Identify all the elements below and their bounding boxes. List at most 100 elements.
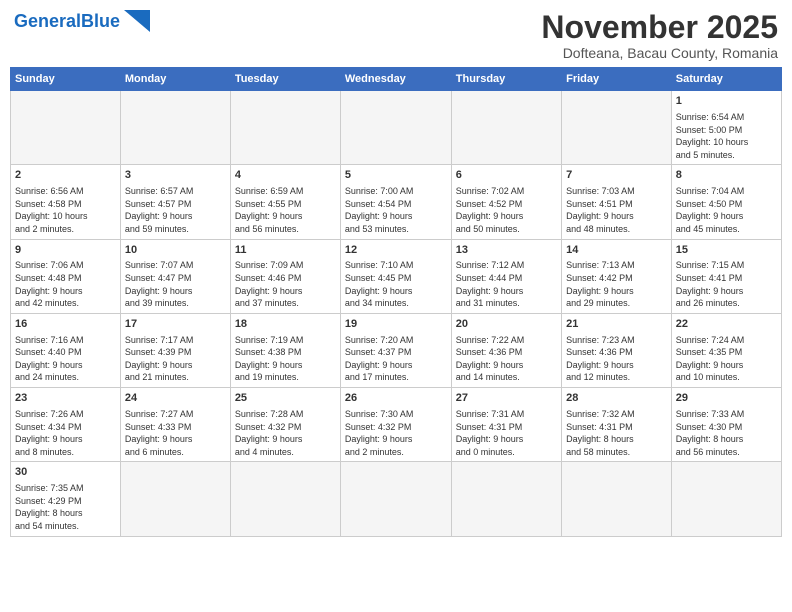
day-info: Sunrise: 7:10 AM Sunset: 4:45 PM Dayligh… [345, 259, 447, 309]
day-number: 3 [125, 168, 226, 183]
day-info: Sunrise: 7:22 AM Sunset: 4:36 PM Dayligh… [456, 334, 557, 384]
day-number: 28 [566, 391, 667, 406]
day-number: 7 [566, 168, 667, 183]
calendar-week-row: 1 Sunrise: 6:54 AM Sunset: 5:00 PM Daylig… [11, 91, 782, 165]
calendar-cell: 27 Sunrise: 7:31 AM Sunset: 4:31 PM Dayli… [451, 388, 561, 462]
calendar-week-row: 23 Sunrise: 7:26 AM Sunset: 4:34 PM Dayli… [11, 388, 782, 462]
calendar-cell: 4 Sunrise: 6:59 AM Sunset: 4:55 PM Daylig… [230, 165, 340, 239]
day-info: Sunrise: 7:33 AM Sunset: 4:30 PM Dayligh… [676, 408, 777, 458]
calendar-cell: 1 Sunrise: 6:54 AM Sunset: 5:00 PM Daylig… [671, 91, 781, 165]
day-number: 29 [676, 391, 777, 406]
day-number: 17 [125, 317, 226, 332]
calendar-cell: 28 Sunrise: 7:32 AM Sunset: 4:31 PM Dayli… [562, 388, 672, 462]
day-info: Sunrise: 7:09 AM Sunset: 4:46 PM Dayligh… [235, 259, 336, 309]
calendar-cell [120, 462, 230, 536]
day-number: 24 [125, 391, 226, 406]
day-info: Sunrise: 7:04 AM Sunset: 4:50 PM Dayligh… [676, 185, 777, 235]
day-info: Sunrise: 7:12 AM Sunset: 4:44 PM Dayligh… [456, 259, 557, 309]
weekday-header-wednesday: Wednesday [340, 68, 451, 91]
calendar-week-row: 9Sunrise: 7:06 AM Sunset: 4:48 PM Daylig… [11, 239, 782, 313]
weekday-header-monday: Monday [120, 68, 230, 91]
calendar-cell: 18 Sunrise: 7:19 AM Sunset: 4:38 PM Dayli… [230, 313, 340, 387]
calendar-cell: 7Sunrise: 7:03 AM Sunset: 4:51 PM Daylig… [562, 165, 672, 239]
calendar-week-row: 16Sunrise: 7:16 AM Sunset: 4:40 PM Dayli… [11, 313, 782, 387]
day-info: Sunrise: 6:59 AM Sunset: 4:55 PM Dayligh… [235, 185, 336, 235]
calendar-cell: 15Sunrise: 7:15 AM Sunset: 4:41 PM Dayli… [671, 239, 781, 313]
day-info: Sunrise: 7:23 AM Sunset: 4:36 PM Dayligh… [566, 334, 667, 384]
weekday-header-tuesday: Tuesday [230, 68, 340, 91]
day-info: Sunrise: 7:19 AM Sunset: 4:38 PM Dayligh… [235, 334, 336, 384]
calendar-cell: 11Sunrise: 7:09 AM Sunset: 4:46 PM Dayli… [230, 239, 340, 313]
calendar-cell: 29 Sunrise: 7:33 AM Sunset: 4:30 PM Dayli… [671, 388, 781, 462]
day-info: Sunrise: 7:28 AM Sunset: 4:32 PM Dayligh… [235, 408, 336, 458]
calendar-cell: 5Sunrise: 7:00 AM Sunset: 4:54 PM Daylig… [340, 165, 451, 239]
calendar-cell [562, 462, 672, 536]
day-info: Sunrise: 7:31 AM Sunset: 4:31 PM Dayligh… [456, 408, 557, 458]
logo-blue: Blue [81, 11, 120, 31]
calendar-cell: 8 Sunrise: 7:04 AM Sunset: 4:50 PM Daylig… [671, 165, 781, 239]
day-info: Sunrise: 7:32 AM Sunset: 4:31 PM Dayligh… [566, 408, 667, 458]
calendar-cell: 2Sunrise: 6:56 AM Sunset: 4:58 PM Daylig… [11, 165, 121, 239]
day-info: Sunrise: 7:26 AM Sunset: 4:34 PM Dayligh… [15, 408, 116, 458]
calendar-cell: 12Sunrise: 7:10 AM Sunset: 4:45 PM Dayli… [340, 239, 451, 313]
weekday-header-saturday: Saturday [671, 68, 781, 91]
logo-text: GeneralBlue [14, 12, 120, 30]
calendar-cell: 25 Sunrise: 7:28 AM Sunset: 4:32 PM Dayli… [230, 388, 340, 462]
calendar-cell: 22 Sunrise: 7:24 AM Sunset: 4:35 PM Dayli… [671, 313, 781, 387]
calendar-cell [451, 462, 561, 536]
day-number: 15 [676, 243, 777, 258]
day-info: Sunrise: 7:06 AM Sunset: 4:48 PM Dayligh… [15, 259, 116, 309]
calendar-cell: 19Sunrise: 7:20 AM Sunset: 4:37 PM Dayli… [340, 313, 451, 387]
calendar-week-row: 30Sunrise: 7:35 AM Sunset: 4:29 PM Dayli… [11, 462, 782, 536]
day-number: 11 [235, 243, 336, 258]
calendar-cell: 16Sunrise: 7:16 AM Sunset: 4:40 PM Dayli… [11, 313, 121, 387]
day-info: Sunrise: 7:30 AM Sunset: 4:32 PM Dayligh… [345, 408, 447, 458]
calendar-cell [11, 91, 121, 165]
weekday-header-sunday: Sunday [11, 68, 121, 91]
logo: GeneralBlue [14, 10, 150, 32]
calendar-week-row: 2Sunrise: 6:56 AM Sunset: 4:58 PM Daylig… [11, 165, 782, 239]
calendar-cell: 17 Sunrise: 7:17 AM Sunset: 4:39 PM Dayli… [120, 313, 230, 387]
day-number: 5 [345, 168, 447, 183]
calendar-cell: 3Sunrise: 6:57 AM Sunset: 4:57 PM Daylig… [120, 165, 230, 239]
calendar-cell [230, 462, 340, 536]
day-number: 25 [235, 391, 336, 406]
calendar-header-row: SundayMondayTuesdayWednesdayThursdayFrid… [11, 68, 782, 91]
day-number: 23 [15, 391, 116, 406]
day-info: Sunrise: 7:24 AM Sunset: 4:35 PM Dayligh… [676, 334, 777, 384]
month-title: November 2025 [541, 10, 778, 45]
day-info: Sunrise: 6:54 AM Sunset: 5:00 PM Dayligh… [676, 111, 777, 161]
day-info: Sunrise: 7:35 AM Sunset: 4:29 PM Dayligh… [15, 482, 116, 532]
day-info: Sunrise: 6:56 AM Sunset: 4:58 PM Dayligh… [15, 185, 116, 235]
day-info: Sunrise: 7:02 AM Sunset: 4:52 PM Dayligh… [456, 185, 557, 235]
day-number: 14 [566, 243, 667, 258]
day-info: Sunrise: 7:20 AM Sunset: 4:37 PM Dayligh… [345, 334, 447, 384]
calendar-cell: 20Sunrise: 7:22 AM Sunset: 4:36 PM Dayli… [451, 313, 561, 387]
logo-icon [124, 10, 150, 32]
calendar-cell: 23 Sunrise: 7:26 AM Sunset: 4:34 PM Dayli… [11, 388, 121, 462]
calendar-cell [671, 462, 781, 536]
day-number: 10 [125, 243, 226, 258]
calendar-cell: 14Sunrise: 7:13 AM Sunset: 4:42 PM Dayli… [562, 239, 672, 313]
day-number: 8 [676, 168, 777, 183]
day-number: 27 [456, 391, 557, 406]
day-info: Sunrise: 7:15 AM Sunset: 4:41 PM Dayligh… [676, 259, 777, 309]
day-number: 22 [676, 317, 777, 332]
day-info: Sunrise: 7:07 AM Sunset: 4:47 PM Dayligh… [125, 259, 226, 309]
calendar-cell: 24 Sunrise: 7:27 AM Sunset: 4:33 PM Dayli… [120, 388, 230, 462]
calendar-cell: 30Sunrise: 7:35 AM Sunset: 4:29 PM Dayli… [11, 462, 121, 536]
calendar-cell: 26Sunrise: 7:30 AM Sunset: 4:32 PM Dayli… [340, 388, 451, 462]
day-info: Sunrise: 7:13 AM Sunset: 4:42 PM Dayligh… [566, 259, 667, 309]
calendar-cell [340, 91, 451, 165]
calendar-cell: 10Sunrise: 7:07 AM Sunset: 4:47 PM Dayli… [120, 239, 230, 313]
day-info: Sunrise: 7:27 AM Sunset: 4:33 PM Dayligh… [125, 408, 226, 458]
day-number: 18 [235, 317, 336, 332]
day-number: 6 [456, 168, 557, 183]
calendar-cell [562, 91, 672, 165]
day-number: 4 [235, 168, 336, 183]
weekday-header-thursday: Thursday [451, 68, 561, 91]
day-info: Sunrise: 7:17 AM Sunset: 4:39 PM Dayligh… [125, 334, 226, 384]
day-number: 12 [345, 243, 447, 258]
day-number: 1 [676, 94, 777, 109]
day-number: 13 [456, 243, 557, 258]
